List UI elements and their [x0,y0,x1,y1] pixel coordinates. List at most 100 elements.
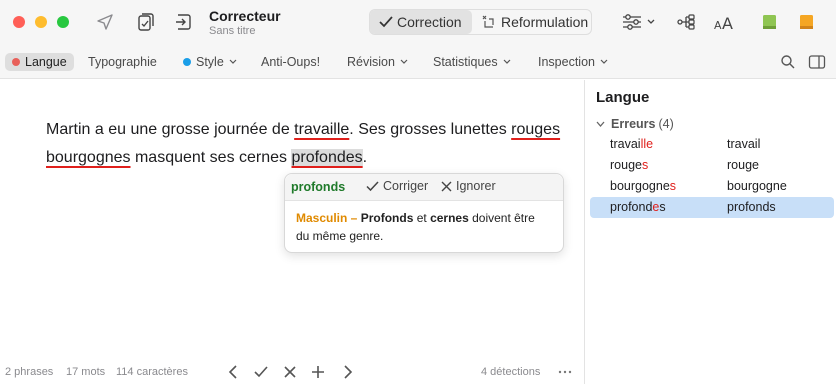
error-word-part: profond [610,200,653,214]
svg-text:A: A [714,19,722,32]
tab-revision[interactable]: Révision [347,53,408,71]
previous-icon[interactable] [226,364,242,380]
popup-header: profonds Corriger Ignorer [285,174,563,201]
error-suggestion: profonds [727,200,776,214]
add-icon[interactable] [310,364,326,380]
green-book-icon[interactable] [760,12,780,32]
minimize-window-button[interactable] [35,16,47,28]
error-word-part: s [659,200,666,214]
title-bar: Correcteur Sans titre Correction Reformu… [0,0,836,44]
chevron-down-icon [503,59,511,64]
correction-popup: profonds Corriger Ignorer Masculin – Pro… [284,173,564,253]
settings-sliders-icon[interactable] [621,12,657,32]
ignore-button[interactable]: Ignorer [441,179,496,193]
suggestion-word[interactable]: profonds [291,180,345,194]
correction-mode-label: Correction [397,14,462,30]
character-count: 114 caractères [116,366,188,378]
tab-style[interactable]: Style [183,53,237,71]
error-word-mistake: s [641,158,649,172]
editor-paragraph[interactable]: Martin a eu une grosse journée de travai… [46,116,566,172]
correction-mode-button[interactable]: Correction [370,10,472,34]
error-row-profondes[interactable]: profondes profonds [590,197,834,218]
text-segment: masquent ses cernes [130,149,292,166]
check-document-icon[interactable] [136,12,156,32]
chevron-down-icon [600,59,608,64]
fix-label: Corriger [383,179,429,193]
error-word: rouges [610,158,648,172]
send-icon[interactable] [95,12,115,32]
checkmark-icon [366,180,379,191]
category-tab-bar: Langue Typographie Style Anti-Oups! Révi… [0,44,836,79]
reject-icon[interactable] [282,364,298,380]
error-word: travaille [610,137,653,151]
ignore-label: Ignorer [456,179,496,193]
errors-group-count: (4) [658,117,674,131]
insert-icon[interactable] [173,12,193,32]
tree-icon[interactable] [676,12,696,32]
popup-explanation: Masculin – Profonds et cernes doivent êt… [296,209,558,245]
style-dot-icon [183,58,191,66]
chevron-down-icon [229,59,237,64]
explanation-term: Profonds [360,211,414,225]
explanation-text: du même genre. [296,229,384,243]
error-word-rouges[interactable]: rouges [511,121,560,138]
error-word-part: travai [610,137,641,151]
sidebar-title: Langue [596,89,650,106]
checkmark-icon [379,16,393,28]
chevron-down-icon [596,121,605,127]
tab-langue[interactable]: Langue [5,53,74,71]
explanation-term: cernes [430,211,469,225]
more-options-icon[interactable] [557,364,573,380]
errors-group-label: Erreurs [611,117,656,131]
error-word-bourgognes[interactable]: bourgognes [46,149,131,166]
svg-text:A: A [722,14,733,32]
explanation-text: doivent être [468,211,535,225]
error-suggestion: bourgogne [727,179,787,193]
text-segment: Martin a eu une grosse journée de [46,121,295,138]
text-segment: . [362,149,368,166]
error-suggestion: travail [727,137,761,151]
error-row-bourgognes[interactable]: bourgognes bourgogne [590,176,834,197]
tab-typographie-label: Typographie [88,55,157,69]
error-word-profondes[interactable]: profondes [291,149,363,166]
mode-segmented-control: Correction Reformulation [369,9,592,35]
tab-inspection-label: Inspection [538,55,595,69]
tab-langue-label: Langue [25,55,67,69]
error-word-mistake: lle [640,137,654,151]
fix-button[interactable]: Corriger [366,179,428,193]
text-segment: . Ses grosses lunettes [349,121,512,138]
orange-book-icon[interactable] [797,12,817,32]
tab-statistiques-label: Statistiques [433,55,498,69]
tab-inspection[interactable]: Inspection [538,53,608,71]
reformulation-mode-button[interactable]: Reformulation [478,10,588,34]
text-size-icon[interactable]: A A [714,12,736,32]
maximize-window-button[interactable] [57,16,69,28]
document-title: Sans titre [209,25,256,37]
reformulate-icon [482,15,494,28]
tab-anti-oups-label: Anti-Oups! [261,55,321,69]
close-icon [441,181,452,191]
tab-statistiques[interactable]: Statistiques [433,53,511,71]
error-word-part: rouge [610,158,642,172]
sidebar-toggle-icon[interactable] [808,54,826,70]
app-title: Correcteur [209,8,281,24]
detection-count: 4 détections [481,366,541,378]
tab-anti-oups[interactable]: Anti-Oups! [261,53,320,71]
error-category: Masculin – [296,211,358,225]
chevron-down-icon [400,59,408,64]
phrase-count: 2 phrases [5,366,54,378]
accept-icon[interactable] [253,364,269,380]
error-row-travaille[interactable]: travaille travail [590,134,834,155]
error-word: bourgognes [610,179,676,193]
search-icon[interactable] [780,54,796,70]
error-word-travaille[interactable]: travaille [294,121,349,138]
tab-revision-label: Révision [347,55,395,69]
close-window-button[interactable] [13,16,25,28]
next-icon[interactable] [339,364,355,380]
error-word-part: bourgogne [610,179,670,193]
error-row-rouges[interactable]: rouges rouge [590,155,834,176]
reformulation-mode-label: Reformulation [501,14,589,30]
tab-typographie[interactable]: Typographie [88,53,157,71]
errors-group-header[interactable]: Erreurs (4) [596,117,674,131]
explanation-text: et [413,211,431,225]
